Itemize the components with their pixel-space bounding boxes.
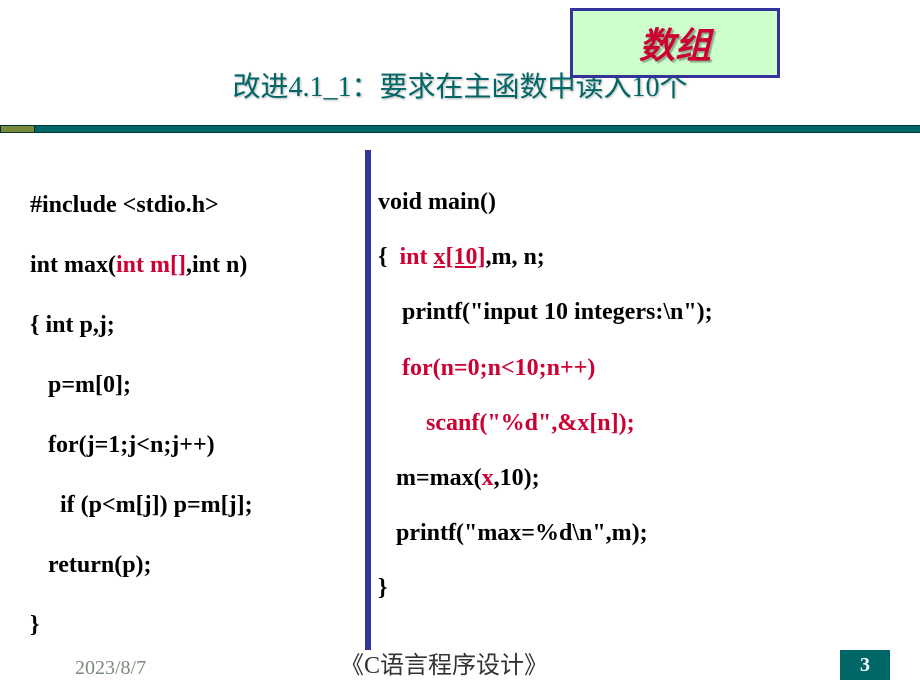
footer-book-title: 《C语言程序设计》: [340, 645, 548, 680]
page-number: 3: [840, 650, 890, 680]
code-line: if (p<m[j]) p=m[j];: [30, 475, 360, 535]
callout-text: 数组: [639, 17, 711, 69]
code-line: void main(): [378, 175, 888, 230]
divider-vertical: [365, 150, 371, 650]
code-line: #include <stdio.h>: [30, 175, 360, 235]
code-line: return(p);: [30, 535, 360, 595]
code-line: }: [378, 561, 888, 616]
slide-title: 改进4.1_1：要求在主函数中读入10个: [0, 65, 920, 105]
code-line: { int x[10],m, n;: [378, 230, 888, 285]
code-line: scanf("%d",&x[n]);: [378, 396, 888, 451]
divider-horizontal: [0, 125, 920, 133]
code-line: printf("max=%d\n",m);: [378, 506, 888, 561]
callout-box: 数组: [570, 8, 780, 78]
code-line: for(n=0;n<10;n++): [378, 341, 888, 396]
code-line: { int p,j;: [30, 295, 360, 355]
code-line: }: [30, 595, 360, 655]
code-line: for(j=1;j<n;j++): [30, 415, 360, 475]
footer-date: 2023/8/7: [75, 657, 146, 680]
code-line: m=max(x,10);: [378, 451, 888, 506]
code-block-left: #include <stdio.h> int max(int m[],int n…: [30, 175, 360, 655]
divider-accent: [0, 125, 35, 133]
code-block-right: void main() { int x[10],m, n; printf("in…: [378, 175, 888, 617]
code-line: p=m[0];: [30, 355, 360, 415]
code-line: int max(int m[],int n): [30, 235, 360, 295]
code-line: printf("input 10 integers:\n");: [378, 285, 888, 340]
slide: 改进4.1_1：要求在主函数中读入10个 数组 #include <stdio.…: [0, 0, 920, 690]
